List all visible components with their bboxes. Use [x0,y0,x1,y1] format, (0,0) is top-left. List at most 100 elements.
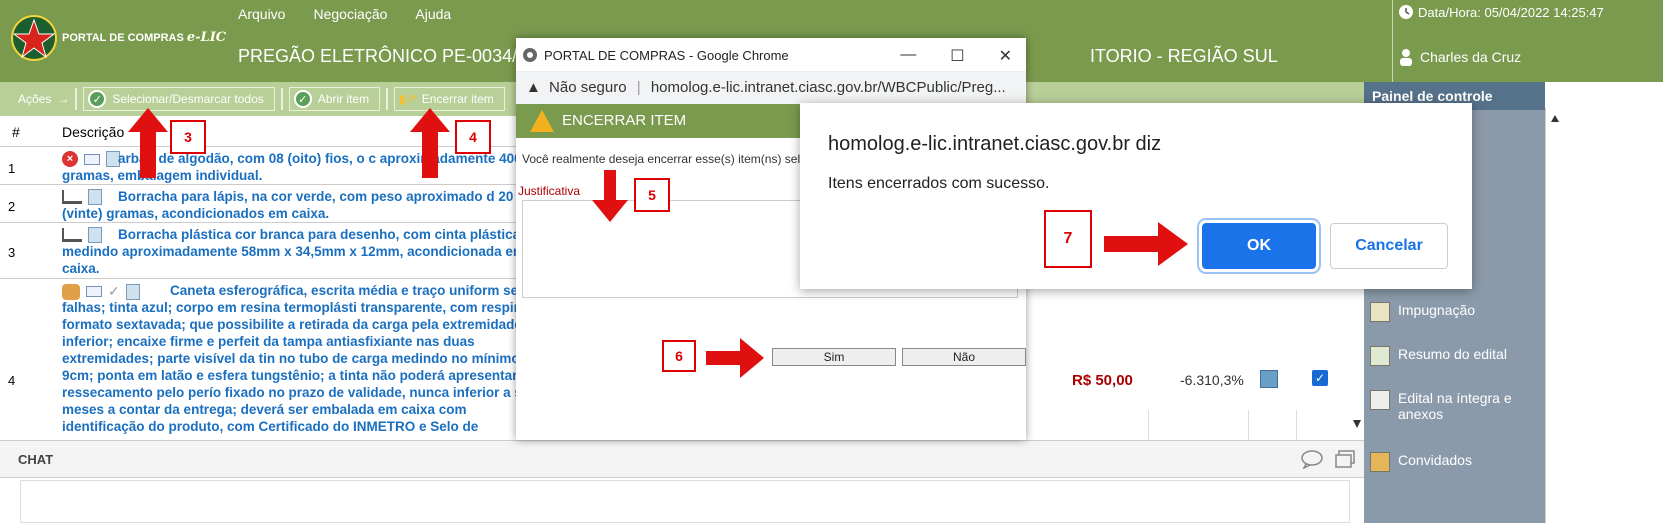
panel-scrollbar[interactable] [1545,108,1563,523]
chrome-icon [523,48,537,62]
datetime-text: Data/Hora: 05/04/2022 14:25:47 [1418,4,1604,20]
logo-suffix: e-LIC [186,30,227,45]
annotation-arrow-up-icon [128,108,168,178]
annotation-7: 7 [1044,210,1092,268]
chat-bubble-icon[interactable] [1300,449,1324,469]
annotation-arrow-right-icon [1104,222,1188,266]
chrome-title: PORTAL DE COMPRAS - Google Chrome [544,48,789,63]
annotation-arrow-right-icon [706,338,764,378]
row-number: 1 [8,161,16,176]
chat-bar[interactable]: CHAT [0,440,1366,478]
menu-ajuda[interactable]: Ajuda [415,6,451,22]
logo-title: PORTAL DE COMPRAS [62,32,184,44]
annotation-3: 3 [170,120,206,154]
row-description[interactable]: Borracha para lápis, na cor verde, com p… [62,188,542,222]
column-divider [1148,410,1149,440]
close-icon[interactable]: ✕ [999,46,1012,66]
toolbar-separator [386,88,389,110]
logo-text: PORTAL DE COMPRAS e-LIC [62,30,226,45]
panel-item-impugnacao[interactable]: Impugnação [1370,302,1530,322]
column-divider [1296,410,1297,440]
panel-item-resumo[interactable]: Resumo do edital [1370,346,1530,366]
row-description-text: Caneta esferográfica, escrita média e tr… [62,283,541,437]
row4-price: R$ 50,00 [1072,372,1133,389]
url-divider: | [636,79,641,96]
menu-bar: Arquivo Negociação Ajuda [238,6,451,22]
row-description-text: Borracha para lápis, na cor verde, com p… [62,189,514,221]
summary-icon [1370,346,1390,366]
datetime: Data/Hora: 05/04/2022 14:25:47 [1398,4,1604,20]
row-number: 3 [8,245,16,260]
open-item-button[interactable]: ✓ Abrir item [288,87,381,111]
close-item-label: Encerrar item [421,92,494,106]
yes-button[interactable]: Sim [772,348,896,366]
maximize-icon[interactable]: ☐ [950,46,964,66]
row-description[interactable]: Caneta esferográfica, escrita média e tr… [62,282,542,437]
user-info[interactable]: Charles da Cruz [1398,48,1521,66]
row-description[interactable]: Borracha plástica cor branca para desenh… [62,226,542,277]
annotation-arrow-up-icon [410,108,450,178]
panel-item-label: Edital na íntegra e anexos [1398,390,1512,422]
row-number: 2 [8,199,16,214]
toolbar-separator [75,88,78,110]
clock-icon [1399,5,1413,19]
col-header-desc: Descrição [62,124,125,140]
table-row[interactable]: 4 ✓ Caneta esferográfica, escrita média … [0,278,545,438]
select-all-button[interactable]: ✓ Selecionar/Desmarcar todos [83,87,275,111]
row-description-text: Borracha plástica cor branca para desenh… [62,227,525,276]
alert-message: Itens encerrados com sucesso. [828,175,1050,192]
column-divider [1248,410,1249,440]
alert-title: homolog.e-lic.intranet.ciasc.gov.br diz [828,133,1162,155]
star-logo-icon [11,15,57,61]
header-divider [1392,0,1393,82]
row4-percent: -6.310,3% [1180,372,1244,388]
no-button[interactable]: Não [902,348,1026,366]
minimize-icon[interactable]: — [900,46,916,66]
panel-item-label: Impugnação [1398,302,1476,318]
url-text: homolog.e-lic.intranet.ciasc.gov.br/WBCP… [650,79,1006,96]
screen: PORTAL DE COMPRAS e-LIC Arquivo Negociaç… [0,0,1663,523]
annotation-4: 4 [455,120,491,154]
file-icon [1370,390,1390,410]
actions-label: Ações [18,92,52,106]
annotation-arrow-down-icon [592,170,628,222]
menu-negociacao[interactable]: Negociação [313,6,387,22]
window-controls: — ☐ ✕ [900,46,1012,66]
windows-icon[interactable] [1334,449,1356,469]
check-circle-icon: ✓ [293,90,312,108]
cancel-button[interactable]: Cancelar [1330,223,1448,269]
table-scrollbar[interactable] [1350,282,1364,432]
close-question: Você realmente deseja encerrar esse(s) i… [522,152,807,166]
export-icon[interactable] [1260,370,1278,388]
toolbar-separator [280,88,283,110]
guests-icon [1370,452,1390,472]
panel-item-label: Resumo do edital [1398,346,1507,362]
user-name: Charles da Cruz [1420,49,1522,65]
select-all-label: Selecionar/Desmarcar todos [112,92,264,106]
chat-label: CHAT [18,452,54,467]
panel-item-label: Convidados [1398,452,1472,468]
ok-button[interactable]: OK [1199,220,1319,272]
pencil-icon [1370,302,1390,322]
portal-logo[interactable]: PORTAL DE COMPRAS e-LIC [10,8,226,68]
annotation-6: 6 [662,340,696,372]
arrow-right-icon: → [57,92,70,106]
panel-item-convidados[interactable]: Convidados [1370,452,1530,472]
user-icon [1400,49,1412,66]
chat-area[interactable] [20,480,1350,523]
check-circle-icon: ✓ [88,90,107,108]
process-title-right: ITORIO - REGIÃO SUL [1090,46,1278,66]
menu-arquivo[interactable]: Arquivo [238,6,285,22]
open-item-label: Abrir item [317,92,370,106]
address-bar[interactable]: ▲ Não seguro | homolog.e-lic.intranet.ci… [516,72,1026,104]
warning-triangle-icon: ▲ [526,79,541,96]
annotation-5: 5 [634,178,670,212]
row-number: 4 [8,373,16,388]
table-row[interactable]: 2 Borracha para lápis, na cor verde, com… [0,184,545,222]
panel-item-edital[interactable]: Edital na íntegra e anexos [1370,390,1530,422]
col-header-num: # [12,124,20,140]
close-item-icon: ▮↗ [399,92,416,106]
not-secure-label: Não seguro [549,79,627,96]
row4-checkbox[interactable]: ✓ [1312,370,1328,386]
table-row[interactable]: 3 Borracha plástica cor branca para dese… [0,222,545,278]
